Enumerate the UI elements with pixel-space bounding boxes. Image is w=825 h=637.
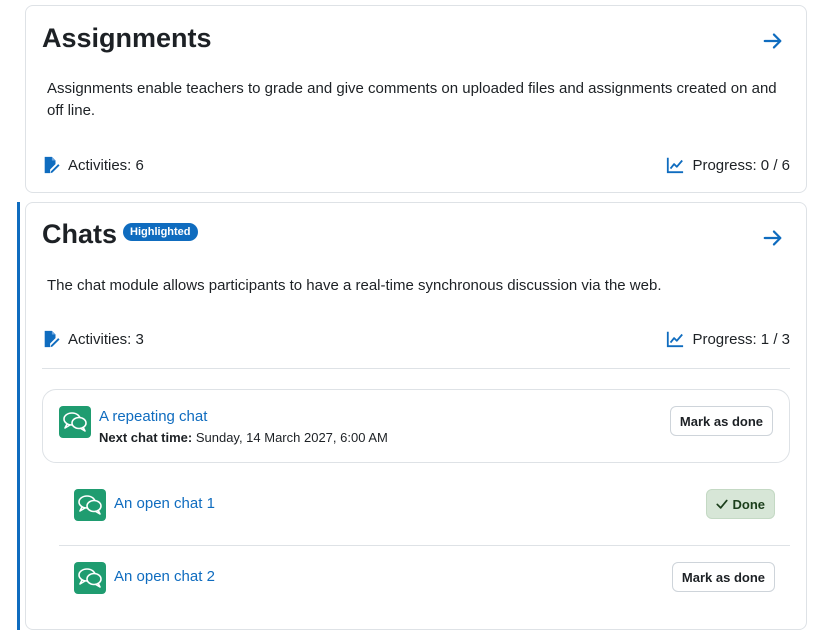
activities-icon: [44, 330, 60, 348]
chat-icon: [74, 489, 106, 521]
progress-label: Progress: 1 / 3: [692, 330, 790, 348]
mark-as-done-button[interactable]: Mark as done: [669, 406, 773, 436]
activity-link[interactable]: An open chat 2: [114, 568, 215, 585]
next-chat-time: Next chat time: Sunday, 14 March 2027, 6…: [99, 430, 388, 445]
activities-count: Activities: 6: [42, 156, 144, 174]
chat-icon: [59, 406, 91, 438]
next-chat-time-label: Next chat time:: [99, 430, 193, 445]
next-chat-time-value: Sunday, 14 March 2027, 6:00 AM: [195, 430, 388, 445]
mark-as-done-button[interactable]: Mark as done: [671, 562, 775, 592]
done-button[interactable]: Done: [705, 489, 775, 519]
arrow-right-icon[interactable]: [762, 227, 784, 249]
progress-label: Progress: 0 / 6: [692, 156, 790, 174]
section-title: Assignments: [42, 23, 212, 53]
section-card-assignments: Assignments Assignments enable teachers …: [25, 5, 807, 193]
activity-link[interactable]: An open chat 1: [114, 495, 215, 512]
section-title: Chats: [42, 219, 118, 249]
done-label: Done: [732, 496, 766, 512]
section-description: Assignments enable teachers to grade and…: [47, 80, 777, 119]
section-title-row: Chats Highlighted: [42, 219, 198, 250]
progress-count: Progress: 1 / 3: [666, 330, 790, 348]
activities-label: Activities: 6: [68, 156, 144, 174]
section-description: The chat module allows participants to h…: [47, 277, 662, 294]
arrow-right-icon[interactable]: [762, 30, 784, 52]
progress-chart-icon: [667, 331, 684, 348]
chat-icon: [74, 562, 106, 594]
activity-item: A repeating chat Next chat time: Sunday,…: [42, 389, 790, 463]
activities-count: Activities: 3: [42, 330, 144, 348]
check-icon: [715, 499, 728, 509]
progress-chart-icon: [667, 157, 684, 174]
divider: [42, 368, 790, 369]
divider: [59, 545, 790, 546]
activities-icon: [44, 156, 60, 174]
activity-link[interactable]: A repeating chat: [99, 408, 207, 425]
progress-count: Progress: 0 / 6: [666, 156, 790, 174]
activities-label: Activities: 3: [68, 330, 144, 348]
highlighted-badge: Highlighted: [123, 222, 198, 241]
section-card-chats: Chats Highlighted The chat module allows …: [25, 202, 807, 630]
highlight-accent-bar: [17, 202, 20, 630]
